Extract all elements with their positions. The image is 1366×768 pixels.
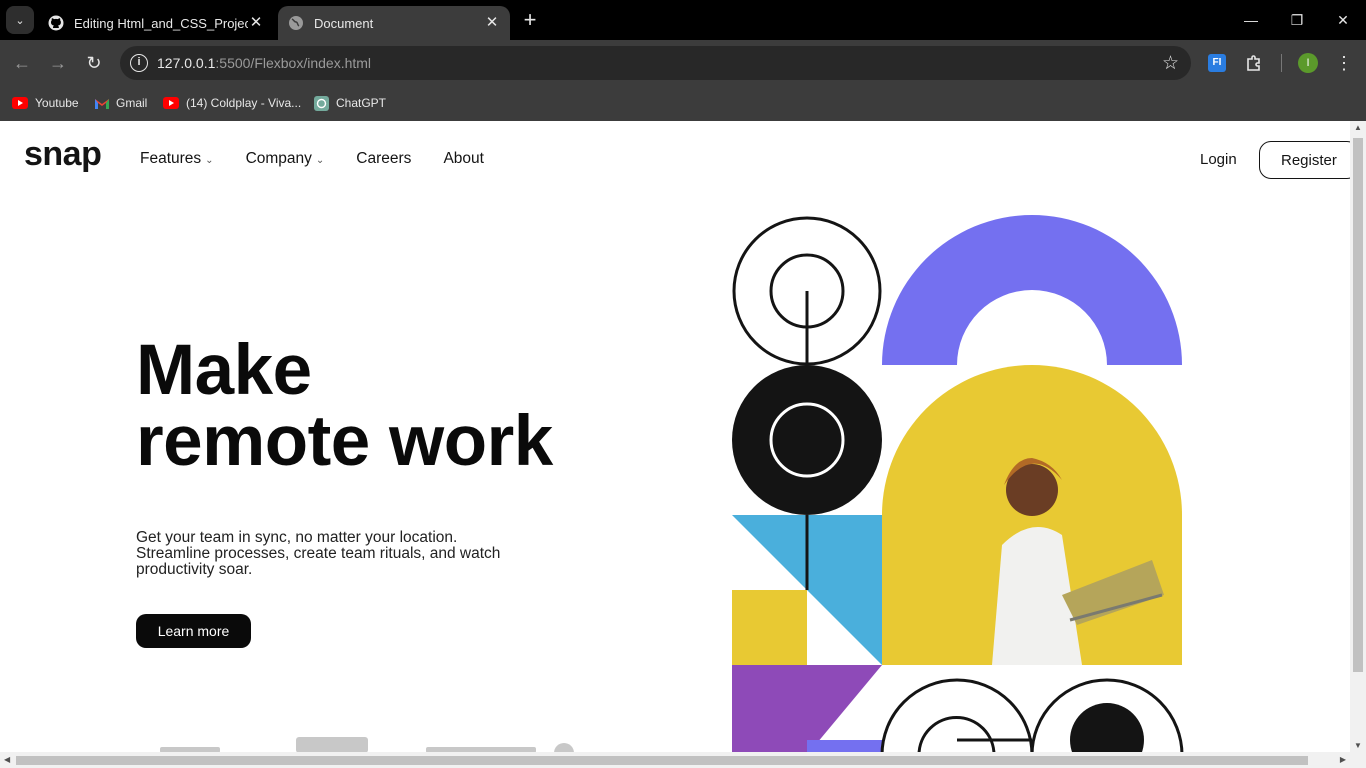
login-link[interactable]: Login xyxy=(1200,151,1237,168)
horizontal-scroll-thumb[interactable] xyxy=(16,756,1308,765)
chevron-down-icon: ⌄ xyxy=(205,155,214,166)
bottom-outlined-graphic xyxy=(880,678,1184,755)
tab-strip: ⌄ Editing Html_and_CSS_Project_l ✕ Docum… xyxy=(0,0,1366,40)
chatgpt-icon xyxy=(314,95,329,111)
bookmark-star-icon[interactable]: ☆ xyxy=(1162,52,1179,75)
youtube-icon xyxy=(12,97,28,109)
purple-arch-graphic xyxy=(882,215,1182,365)
back-arrow-icon[interactable]: ← xyxy=(8,49,36,77)
outlined-circles-graphic xyxy=(732,216,882,366)
close-tab-icon[interactable]: ✕ xyxy=(484,15,500,31)
bookmarks-bar: Youtube Gmail (14) Coldplay - Viva... Ch… xyxy=(0,86,1366,121)
nav-item-company[interactable]: Company ⌄ xyxy=(246,150,325,168)
chevron-down-icon: ⌄ xyxy=(315,155,325,166)
nav-item-about[interactable]: About xyxy=(443,150,484,168)
browser-menu-icon[interactable]: ⋮ xyxy=(1332,51,1356,75)
nav-item-features[interactable]: Features ⌄ xyxy=(140,150,214,168)
black-circle-graphic xyxy=(732,365,882,515)
scroll-down-arrow-icon[interactable]: ▼ xyxy=(1354,741,1362,750)
bookmark-gmail[interactable]: Gmail xyxy=(95,93,147,113)
tab-github[interactable]: Editing Html_and_CSS_Project_l ✕ xyxy=(38,6,274,40)
bookmark-youtube[interactable]: Youtube xyxy=(12,93,79,113)
yellow-square-graphic xyxy=(732,590,807,665)
forward-arrow-icon[interactable]: → xyxy=(44,49,72,77)
client-logo-audiophile xyxy=(296,737,368,753)
hero-title: Make remote work xyxy=(136,331,553,481)
person-with-laptop-photo xyxy=(882,365,1182,665)
github-icon xyxy=(48,15,64,31)
profile-avatar[interactable]: I xyxy=(1296,51,1320,75)
page-viewport: snap Features ⌄ Company ⌄ Careers About Lo… xyxy=(0,121,1366,768)
window-controls: — ❐ ✕ xyxy=(1228,0,1366,40)
hero-subtitle: Get your team in sync, no matter your lo… xyxy=(136,529,501,578)
nav-item-careers[interactable]: Careers xyxy=(356,150,411,168)
tab-document[interactable]: Document ✕ xyxy=(278,6,510,40)
tab-search-button[interactable]: ⌄ xyxy=(6,6,34,34)
vertical-scroll-thumb[interactable] xyxy=(1353,138,1363,672)
tab-title: Document xyxy=(314,15,374,31)
register-button[interactable]: Register xyxy=(1259,141,1359,179)
site-info-icon[interactable]: i xyxy=(130,54,148,72)
bookmark-coldplay[interactable]: (14) Coldplay - Viva... xyxy=(163,93,301,113)
hero-illustration xyxy=(732,215,1184,755)
extensions-puzzle-icon[interactable] xyxy=(1242,51,1266,75)
reload-icon[interactable]: ↻ xyxy=(80,49,108,77)
browser-toolbar: ← → ↻ i 127.0.0.1:5500/Flexbox/index.htm… xyxy=(0,40,1366,86)
tab-title: Editing Html_and_CSS_Project_l xyxy=(74,15,248,31)
address-bar[interactable]: i 127.0.0.1:5500/Flexbox/index.html ☆ xyxy=(120,46,1191,80)
learn-more-button[interactable]: Learn more xyxy=(136,614,251,648)
scroll-left-arrow-icon[interactable]: ◀ xyxy=(4,755,10,764)
restore-icon[interactable]: ❐ xyxy=(1274,0,1320,40)
site-nav: Features ⌄ Company ⌄ Careers About xyxy=(140,150,516,168)
toolbar-divider xyxy=(1281,54,1282,72)
horizontal-scrollbar[interactable]: ◀ ▶ xyxy=(0,752,1366,768)
url-text[interactable]: 127.0.0.1:5500/Flexbox/index.html xyxy=(157,55,371,71)
extension-icon[interactable]: FI xyxy=(1205,51,1229,75)
globe-icon xyxy=(288,15,304,31)
gmail-icon xyxy=(95,98,109,109)
minimize-icon[interactable]: — xyxy=(1228,0,1274,40)
site-logo[interactable]: snap xyxy=(24,135,102,174)
scroll-right-arrow-icon[interactable]: ▶ xyxy=(1340,755,1346,764)
close-window-icon[interactable]: ✕ xyxy=(1320,0,1366,40)
close-tab-icon[interactable]: ✕ xyxy=(248,15,264,31)
new-tab-button[interactable]: + xyxy=(518,8,542,32)
bookmark-chatgpt[interactable]: ChatGPT xyxy=(314,93,386,113)
vertical-scrollbar[interactable]: ▲ ▼ xyxy=(1350,121,1366,752)
scroll-up-arrow-icon[interactable]: ▲ xyxy=(1354,123,1362,132)
youtube-icon xyxy=(163,97,179,109)
